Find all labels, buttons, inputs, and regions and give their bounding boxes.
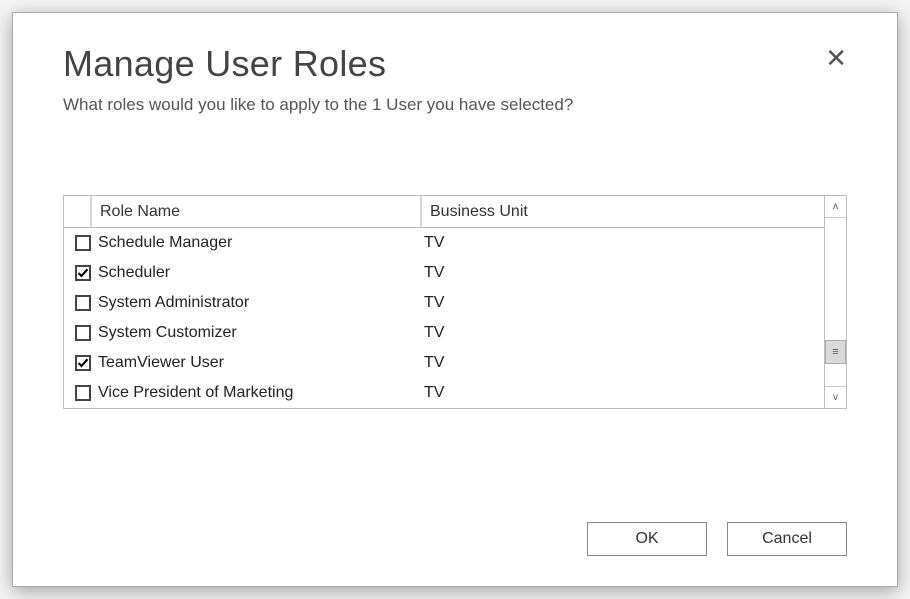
scroll-down-button[interactable]: v [825, 386, 846, 408]
dialog-subtitle: What roles would you like to apply to th… [63, 95, 847, 115]
table-row[interactable]: SchedulerTV [64, 258, 824, 288]
table-row[interactable]: System AdministratorTV [64, 288, 824, 318]
scroll-thumb[interactable]: ≡ [825, 340, 846, 364]
manage-user-roles-dialog: ✕ Manage User Roles What roles would you… [12, 12, 898, 587]
role-checkbox[interactable] [75, 325, 91, 341]
role-checkbox[interactable] [75, 265, 91, 281]
table-row[interactable]: TeamViewer UserTV [64, 348, 824, 378]
role-name-cell: Schedule Manager [96, 234, 422, 252]
role-name-cell: System Administrator [96, 294, 422, 312]
header-business-unit[interactable]: Business Unit [420, 196, 824, 227]
cancel-button[interactable]: Cancel [727, 522, 847, 556]
row-checkbox-cell [70, 355, 96, 371]
table-header: Role Name Business Unit [64, 196, 824, 228]
row-checkbox-cell [70, 295, 96, 311]
business-unit-cell: TV [422, 324, 824, 342]
role-checkbox[interactable] [75, 235, 91, 251]
scroll-up-button[interactable]: ʌ [825, 196, 846, 218]
business-unit-cell: TV [422, 264, 824, 282]
row-checkbox-cell [70, 265, 96, 281]
close-icon[interactable]: ✕ [825, 45, 847, 71]
role-name-cell: Vice President of Marketing [96, 384, 422, 402]
header-checkbox-col [64, 196, 90, 227]
vertical-scrollbar[interactable]: ʌ ≡ v [824, 196, 846, 408]
header-role-name[interactable]: Role Name [90, 196, 420, 227]
dialog-footer: OK Cancel [63, 482, 847, 556]
row-checkbox-cell [70, 235, 96, 251]
role-checkbox[interactable] [75, 385, 91, 401]
table-row[interactable]: Schedule ManagerTV [64, 228, 824, 258]
row-checkbox-cell [70, 325, 96, 341]
ok-button[interactable]: OK [587, 522, 707, 556]
business-unit-cell: TV [422, 294, 824, 312]
table-row[interactable]: Vice President of MarketingTV [64, 378, 824, 408]
business-unit-cell: TV [422, 354, 824, 372]
table-body: Schedule ManagerTVSchedulerTVSystem Admi… [64, 228, 824, 408]
dialog-title: Manage User Roles [63, 43, 847, 85]
role-name-cell: System Customizer [96, 324, 422, 342]
table-row[interactable]: System CustomizerTV [64, 318, 824, 348]
role-name-cell: TeamViewer User [96, 354, 422, 372]
business-unit-cell: TV [422, 234, 824, 252]
roles-table-area: Role Name Business Unit Schedule Manager… [64, 196, 824, 408]
scroll-track[interactable]: ≡ [825, 218, 846, 386]
business-unit-cell: TV [422, 384, 824, 402]
roles-table: Role Name Business Unit Schedule Manager… [63, 195, 847, 409]
role-name-cell: Scheduler [96, 264, 422, 282]
role-checkbox[interactable] [75, 295, 91, 311]
row-checkbox-cell [70, 385, 96, 401]
role-checkbox[interactable] [75, 355, 91, 371]
